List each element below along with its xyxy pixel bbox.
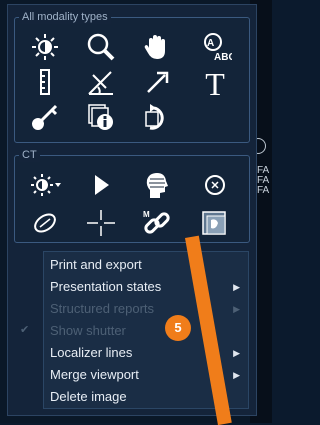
submenu-arrow-icon: ▶ bbox=[233, 282, 240, 292]
group-all-modality: All modality types A AB T bbox=[14, 10, 250, 143]
submenu-arrow-icon: ▶ bbox=[233, 304, 240, 314]
cine-play-icon[interactable] bbox=[81, 168, 121, 202]
window-preset-icon[interactable] bbox=[25, 168, 65, 202]
ellipse-roi-icon[interactable] bbox=[25, 206, 65, 240]
reset-icon[interactable] bbox=[137, 100, 177, 134]
menu-item-label: Print and export bbox=[50, 257, 142, 272]
key-icon[interactable] bbox=[25, 100, 65, 134]
menu-item-label: Presentation states bbox=[50, 279, 162, 294]
link-icon[interactable]: M bbox=[137, 206, 177, 240]
target-icon[interactable] bbox=[195, 168, 235, 202]
zoom-text-icon[interactable]: A ABC bbox=[195, 30, 235, 64]
info-icon[interactable] bbox=[81, 100, 121, 134]
overlay-line: FA bbox=[257, 186, 270, 196]
svg-text:M: M bbox=[143, 210, 150, 219]
text-annotation-icon[interactable]: T bbox=[195, 65, 235, 99]
magnifier-icon[interactable] bbox=[81, 30, 121, 64]
head-3d-icon[interactable] bbox=[137, 168, 177, 202]
image-overlay-text: FA FA FA bbox=[257, 166, 272, 196]
svg-text:ABC: ABC bbox=[214, 52, 232, 62]
crosshair-icon[interactable] bbox=[81, 206, 121, 240]
angle-icon[interactable] bbox=[81, 65, 121, 99]
overlay-line: FA bbox=[257, 176, 270, 186]
menu-item-print-export[interactable]: Print and export bbox=[44, 254, 248, 276]
annotation-step-badge: 5 bbox=[165, 315, 191, 341]
pan-hand-icon[interactable] bbox=[137, 30, 177, 64]
menu-item-presentation-states[interactable]: Presentation states ▶ bbox=[44, 276, 248, 298]
menu-item-structured-reports: Structured reports ▶ bbox=[44, 298, 248, 320]
checkmark-icon: ✔ bbox=[20, 324, 30, 336]
svg-text:A: A bbox=[207, 38, 214, 49]
submenu-arrow-icon: ▶ bbox=[233, 370, 240, 380]
menu-item-label: Merge viewport bbox=[50, 367, 139, 382]
menu-item-label: Show shutter bbox=[50, 323, 126, 338]
overlay-line: FA bbox=[257, 166, 270, 176]
arrow-icon[interactable] bbox=[137, 65, 177, 99]
stack-icon[interactable] bbox=[195, 206, 235, 240]
group-title: All modality types bbox=[19, 10, 111, 24]
submenu-arrow-icon: ▶ bbox=[233, 348, 240, 358]
brightness-icon[interactable] bbox=[25, 30, 65, 64]
ruler-icon[interactable] bbox=[25, 65, 65, 99]
text-annotation-glyph: T bbox=[205, 67, 225, 97]
group-ct: CT M bbox=[14, 148, 250, 243]
group-title: CT bbox=[19, 148, 40, 162]
menu-item-label: Localizer lines bbox=[50, 345, 133, 360]
menu-item-label: Delete image bbox=[50, 389, 127, 404]
menu-item-label: Structured reports bbox=[50, 301, 155, 316]
menu-item-show-shutter: Show shutter bbox=[44, 320, 248, 342]
